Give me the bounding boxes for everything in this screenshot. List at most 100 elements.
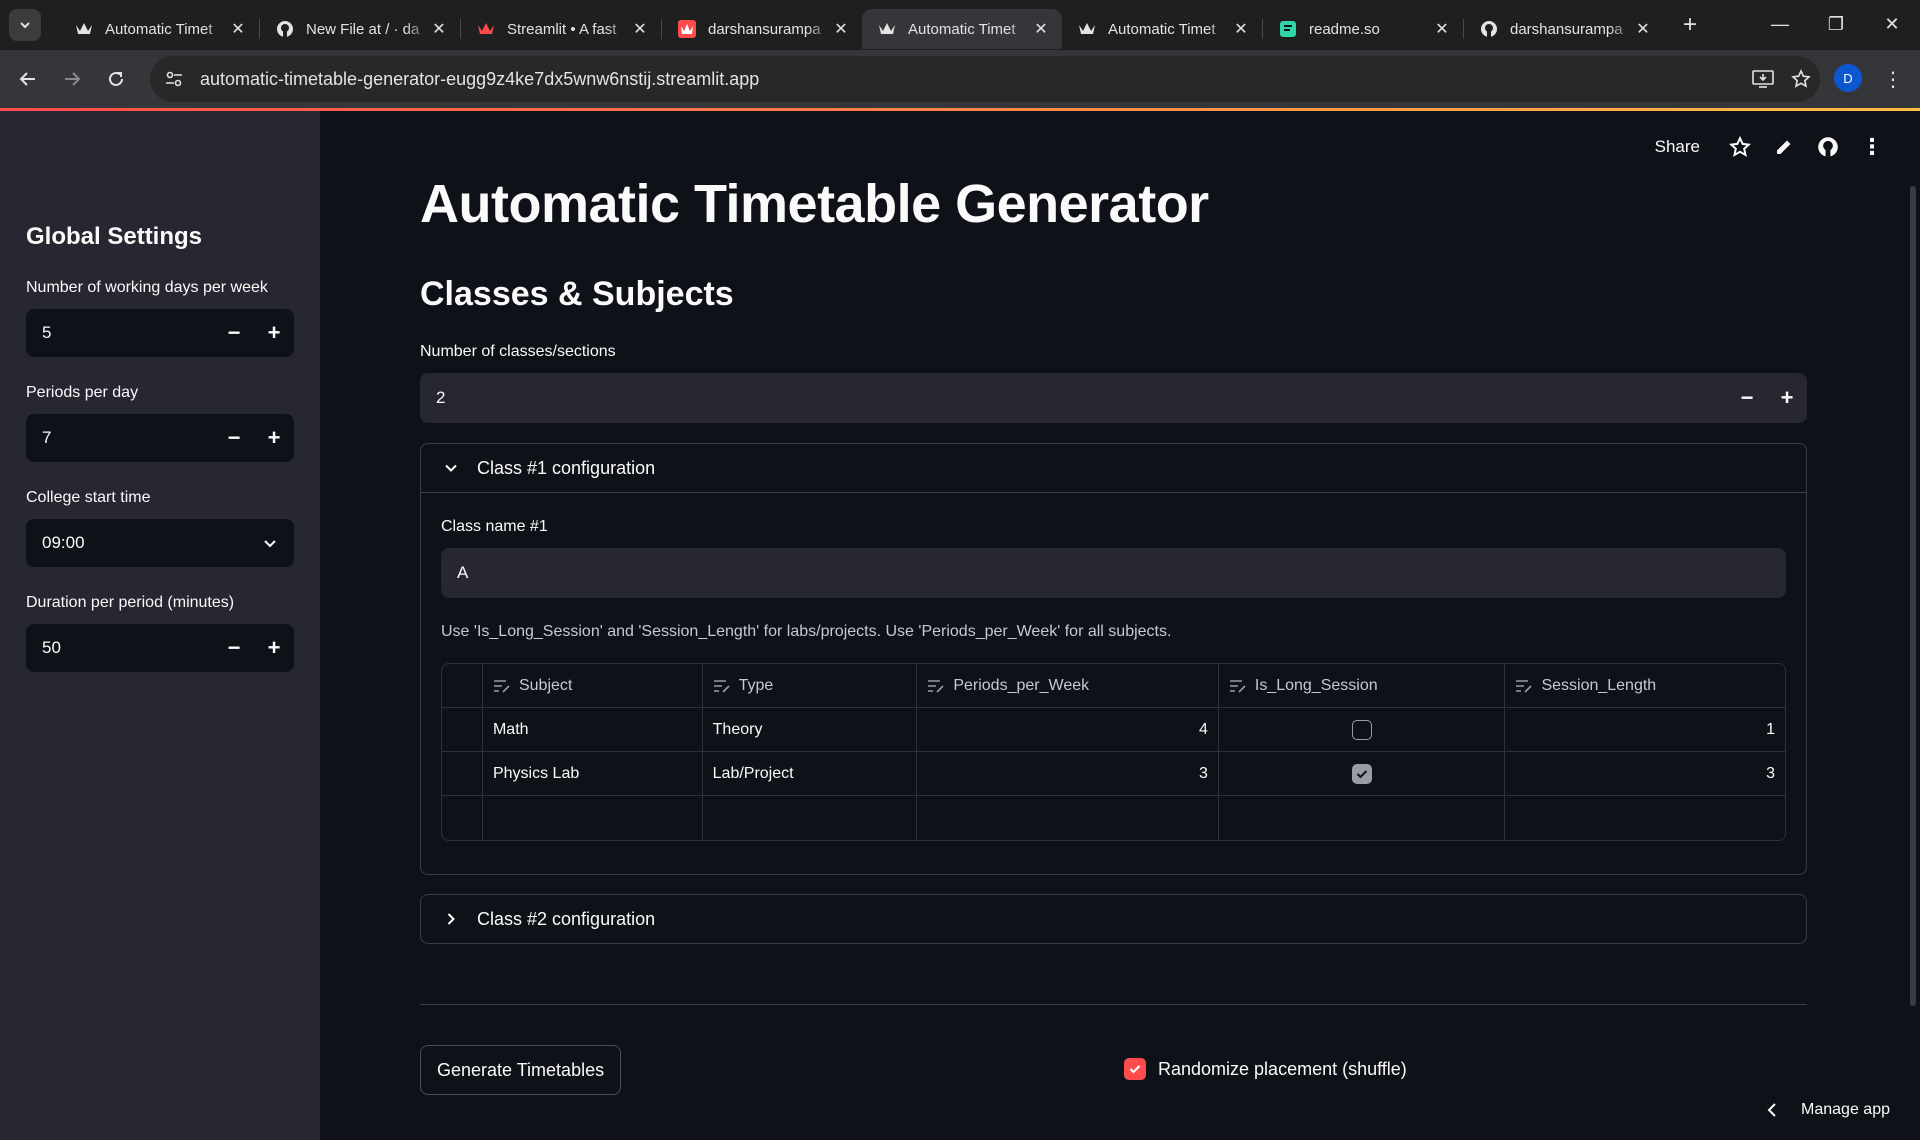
scrollbar[interactable] — [1910, 186, 1916, 1006]
table-cell[interactable]: Theory — [703, 708, 918, 751]
class2-expander-header[interactable]: Class #2 configuration — [421, 895, 1806, 943]
table-cell[interactable] — [1219, 752, 1506, 795]
column-header[interactable]: Type — [703, 664, 918, 707]
is-long-session-checkbox-checked[interactable] — [1351, 763, 1372, 784]
more-menu-icon[interactable]: ⋮ — [1858, 133, 1886, 161]
browser-menu-icon[interactable]: ⋮ — [1878, 60, 1908, 98]
forward-button[interactable] — [50, 57, 94, 101]
share-button[interactable]: Share — [1655, 137, 1700, 157]
row-index-cell[interactable] — [442, 708, 483, 751]
num-classes-value[interactable]: 2 — [420, 388, 1727, 408]
column-header[interactable]: Is_Long_Session — [1219, 664, 1506, 707]
browser-tab[interactable]: Automatic Timet ✕ — [1062, 9, 1262, 49]
column-header[interactable]: Subject — [483, 664, 703, 707]
empty-cell[interactable] — [483, 796, 703, 840]
manage-app-button[interactable]: Manage app — [1765, 1101, 1890, 1119]
tab-title: Automatic Timet — [1108, 20, 1216, 38]
edit-pencil-icon[interactable] — [1770, 133, 1798, 161]
streamlit-crown-icon — [1078, 20, 1096, 38]
table-cell[interactable]: 3 — [1505, 752, 1785, 795]
browser-tab[interactable]: New File at / · da ✕ — [260, 9, 460, 49]
class1-expander-label: Class #1 configuration — [477, 457, 656, 478]
site-info-icon[interactable] — [164, 69, 184, 89]
close-tab-icon[interactable]: ✕ — [1634, 19, 1652, 39]
close-tab-icon[interactable]: ✕ — [229, 19, 247, 39]
is-long-session-checkbox[interactable] — [1351, 719, 1372, 740]
working-days-value[interactable]: 5 — [26, 323, 214, 343]
browser-tab-active[interactable]: Automatic Timet ✕ — [862, 9, 1062, 49]
table-add-row[interactable] — [442, 796, 1785, 840]
increment-button[interactable]: + — [254, 309, 294, 357]
empty-cell[interactable] — [703, 796, 918, 840]
sidebar: Global Settings Number of working days p… — [0, 111, 320, 1140]
browser-tab[interactable]: darshansurampa ✕ — [662, 9, 862, 49]
table-header-row: Subject Type Periods_per_Week Is_Long_Se… — [442, 664, 1785, 708]
decrement-button[interactable]: − — [214, 624, 254, 672]
periods-per-day-value[interactable]: 7 — [26, 428, 214, 448]
generate-timetables-button[interactable]: Generate Timetables — [420, 1045, 622, 1095]
streamlit-crown-icon — [878, 20, 896, 38]
increment-button[interactable]: + — [254, 414, 294, 462]
close-window-button[interactable]: ✕ — [1864, 0, 1920, 48]
github-icon[interactable] — [1814, 133, 1842, 161]
url-text: automatic-timetable-generator-eugg9z4ke7… — [200, 68, 760, 89]
start-time-label: College start time — [26, 489, 151, 506]
column-header[interactable]: Session_Length — [1505, 664, 1785, 707]
table-cell[interactable] — [1219, 708, 1506, 751]
table-cell[interactable]: 3 — [917, 752, 1219, 795]
close-tab-icon[interactable]: ✕ — [631, 19, 649, 39]
reload-button[interactable] — [94, 57, 138, 101]
close-tab-icon[interactable]: ✕ — [1032, 19, 1050, 39]
close-tab-icon[interactable]: ✕ — [430, 19, 448, 39]
decrement-button[interactable]: − — [214, 309, 254, 357]
class2-expander-label: Class #2 configuration — [477, 908, 656, 929]
num-classes-input: 2 − + — [420, 373, 1807, 423]
text-column-icon — [493, 679, 511, 693]
browser-tab[interactable]: darshansurampa ✕ — [1464, 9, 1664, 49]
empty-cell[interactable] — [1505, 796, 1785, 840]
address-bar[interactable]: automatic-timetable-generator-eugg9z4ke7… — [150, 56, 1820, 102]
new-tab-button[interactable]: + — [1672, 7, 1708, 43]
empty-cell[interactable] — [1219, 796, 1506, 840]
table-cell[interactable]: 1 — [1505, 708, 1785, 751]
browser-tab[interactable]: Streamlit • A fast ✕ — [461, 9, 661, 49]
subjects-data-editor[interactable]: Subject Type Periods_per_Week Is_Long_Se… — [441, 663, 1786, 841]
empty-cell[interactable] — [917, 796, 1219, 840]
sidebar-title: Global Settings — [26, 223, 203, 250]
back-button[interactable] — [6, 57, 50, 101]
start-time-select[interactable]: 09:00 — [26, 519, 294, 567]
close-tab-icon[interactable]: ✕ — [1433, 19, 1451, 39]
table-cell[interactable]: Physics Lab — [483, 752, 703, 795]
profile-avatar[interactable]: D — [1834, 64, 1862, 92]
table-cell[interactable]: Lab/Project — [703, 752, 918, 795]
table-cell[interactable]: Math — [483, 708, 703, 751]
column-header[interactable]: Periods_per_Week — [917, 664, 1219, 707]
browser-tab[interactable]: readme.so ✕ — [1263, 9, 1463, 49]
decrement-button[interactable]: − — [214, 414, 254, 462]
install-app-icon[interactable] — [1744, 60, 1782, 98]
star-icon[interactable] — [1726, 133, 1754, 161]
section-title: Classes & Subjects — [420, 275, 734, 313]
class2-expander: Class #2 configuration — [420, 894, 1807, 944]
restore-button[interactable]: ❐ — [1808, 0, 1864, 48]
row-index-header — [442, 664, 483, 707]
minimize-button[interactable]: — — [1752, 0, 1808, 48]
divider — [420, 1004, 1807, 1005]
increment-button[interactable]: + — [254, 624, 294, 672]
row-index-cell[interactable] — [442, 752, 483, 795]
close-tab-icon[interactable]: ✕ — [832, 19, 850, 39]
window-controls: — ❐ ✕ — [1752, 0, 1920, 48]
randomize-checkbox[interactable]: Randomize placement (shuffle) — [1124, 1058, 1407, 1080]
class-name-input[interactable]: A — [441, 548, 1786, 598]
tab-search-button[interactable] — [9, 9, 41, 41]
checkbox-checked[interactable] — [1124, 1058, 1146, 1080]
increment-button[interactable]: + — [1767, 373, 1807, 423]
browser-tab[interactable]: Automatic Timet ✕ — [59, 9, 259, 49]
close-tab-icon[interactable]: ✕ — [1232, 19, 1250, 39]
bookmark-star-icon[interactable] — [1782, 60, 1820, 98]
decrement-button[interactable]: − — [1727, 373, 1767, 423]
table-cell[interactable]: 4 — [917, 708, 1219, 751]
class1-expander-header[interactable]: Class #1 configuration — [421, 444, 1806, 492]
reload-icon — [109, 71, 123, 86]
duration-value[interactable]: 50 — [26, 638, 214, 658]
